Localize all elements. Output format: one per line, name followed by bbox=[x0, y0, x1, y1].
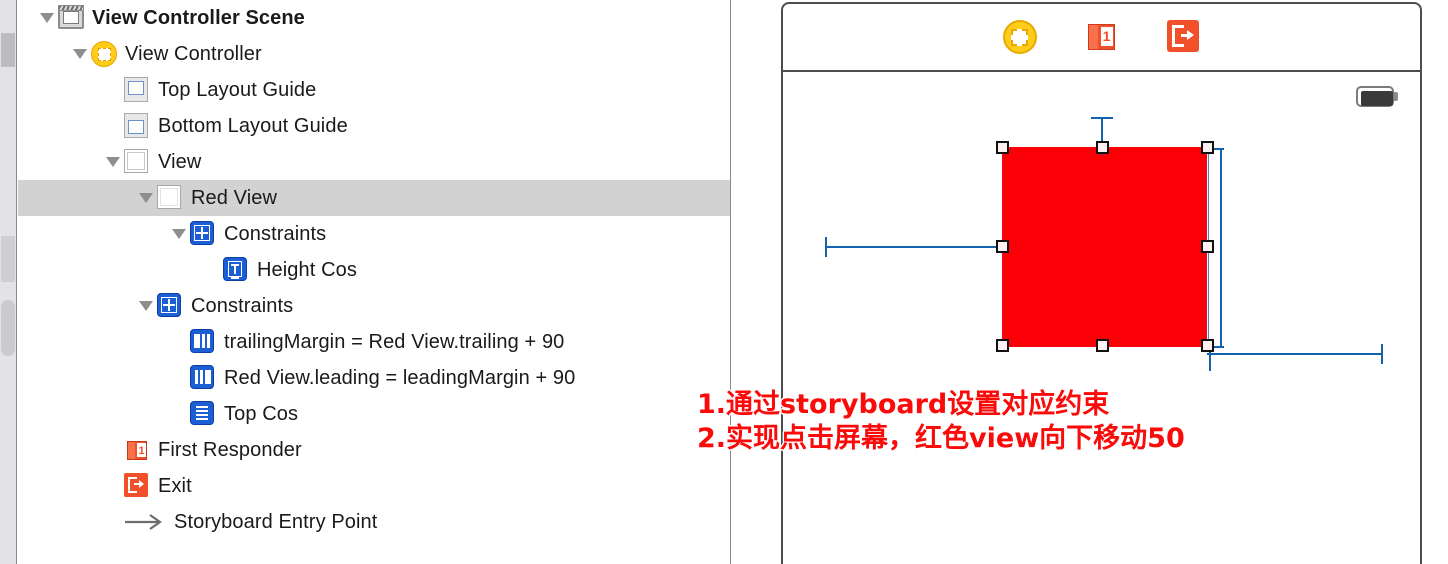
tree-row-label: View Controller bbox=[125, 42, 262, 65]
tree-row[interactable]: View Controller bbox=[18, 36, 730, 72]
chevron-down-icon[interactable] bbox=[36, 11, 58, 25]
annotation-line-1: 1.通过storyboard设置对应约束 bbox=[697, 389, 1110, 420]
tree-row[interactable]: View bbox=[18, 144, 730, 180]
tree-row-label: View Controller Scene bbox=[92, 6, 305, 29]
trailing-constraint-icon bbox=[190, 329, 216, 355]
tree-row[interactable]: Top Cos bbox=[18, 396, 730, 432]
chevron-down-icon[interactable] bbox=[135, 299, 157, 313]
chevron-down-icon[interactable] bbox=[135, 191, 157, 205]
tree-row-label: View bbox=[158, 150, 202, 173]
tree-row-label: Red View.leading = leadingMargin + 90 bbox=[224, 366, 576, 389]
leading-constraint-icon bbox=[190, 365, 216, 391]
exit-icon[interactable] bbox=[1166, 20, 1201, 54]
handle-bottom-center[interactable] bbox=[1096, 339, 1109, 352]
red-view-rect[interactable] bbox=[1002, 147, 1207, 347]
top-layout-guide-icon bbox=[124, 77, 150, 103]
handle-middle-right[interactable] bbox=[1201, 240, 1214, 253]
view-controller-icon[interactable] bbox=[1002, 20, 1037, 54]
tree-row-label: Top Layout Guide bbox=[158, 78, 317, 101]
trailing-constraint-end-tick bbox=[1381, 344, 1383, 364]
view-controller-icon bbox=[91, 41, 117, 67]
height-constraint-line[interactable] bbox=[1220, 148, 1222, 348]
tree-row-label: Bottom Layout Guide bbox=[158, 114, 348, 137]
first-responder-icon[interactable] bbox=[1085, 20, 1119, 54]
xcode-interface-builder: View Controller Scene View Controller Top … bbox=[0, 0, 1448, 564]
tree-row[interactable]: Bottom Layout Guide bbox=[18, 108, 730, 144]
tree-row[interactable]: Height Cos bbox=[18, 252, 730, 288]
handle-top-right[interactable] bbox=[1201, 141, 1214, 154]
battery-icon bbox=[1356, 86, 1398, 107]
annotation-line-2: 2.实现点击屏幕，红色view向下移动50 bbox=[697, 423, 1185, 454]
tree-row[interactable]: Exit bbox=[18, 468, 730, 504]
chevron-down-icon[interactable] bbox=[102, 155, 124, 169]
trailing-constraint-line[interactable] bbox=[1207, 353, 1383, 355]
handle-top-left[interactable] bbox=[996, 141, 1009, 154]
left-gutter-scrollbar[interactable] bbox=[0, 0, 17, 564]
scrollbar-thumb-lower[interactable] bbox=[1, 300, 15, 356]
tree-row[interactable]: First Responder bbox=[18, 432, 730, 468]
tree-row[interactable]: Constraints bbox=[18, 288, 730, 324]
tree-row-label: Red View bbox=[191, 186, 278, 209]
tree-row[interactable]: trailingMargin = Red View.trailing + 90 bbox=[18, 324, 730, 360]
tree-row-label: Height Cos bbox=[257, 258, 357, 281]
handle-bottom-left[interactable] bbox=[996, 339, 1009, 352]
tree-row[interactable]: Storyboard Entry Point bbox=[18, 504, 730, 540]
red-view-icon bbox=[157, 185, 183, 211]
tree-row-label: trailingMargin = Red View.trailing + 90 bbox=[224, 330, 565, 353]
constraints-icon bbox=[190, 221, 216, 247]
scene-icon bbox=[58, 5, 84, 31]
constraints-icon bbox=[157, 293, 183, 319]
document-outline-panel: View Controller Scene View Controller Top … bbox=[18, 0, 731, 564]
view-icon bbox=[124, 149, 150, 175]
first-responder-icon bbox=[124, 437, 150, 463]
annotation-overlay: 1.通过storyboard设置对应约束 2.实现点击屏幕，红色view向下移动… bbox=[697, 388, 1185, 456]
tree-row-label: Exit bbox=[158, 474, 192, 497]
top-constraint-icon bbox=[190, 401, 216, 427]
tree-row-label: Constraints bbox=[224, 222, 327, 245]
tree-row-label: Constraints bbox=[191, 294, 294, 317]
height-constraint-icon bbox=[223, 257, 249, 283]
leading-constraint-end-tick bbox=[825, 237, 827, 257]
tree-row-label: First Responder bbox=[158, 438, 302, 461]
tree-row[interactable]: View Controller Scene bbox=[18, 0, 730, 36]
chevron-down-icon[interactable] bbox=[168, 227, 190, 241]
scene-dock-toolbar bbox=[783, 4, 1420, 72]
top-constraint-end-tick bbox=[1091, 117, 1113, 119]
leading-constraint-line[interactable] bbox=[825, 246, 1005, 248]
scrollbar-thumb-top[interactable] bbox=[1, 33, 15, 67]
tree-row[interactable]: Constraints bbox=[18, 216, 730, 252]
handle-bottom-right[interactable] bbox=[1201, 339, 1214, 352]
handle-middle-left[interactable] bbox=[996, 240, 1009, 253]
exit-icon bbox=[124, 473, 150, 499]
scrollbar-thumb-middle[interactable] bbox=[1, 236, 15, 282]
entry-point-arrow-icon bbox=[124, 512, 166, 532]
chevron-down-icon[interactable] bbox=[69, 47, 91, 61]
tree-row[interactable]: Red View bbox=[18, 180, 730, 216]
bottom-layout-guide-icon bbox=[124, 113, 150, 139]
tree-row[interactable]: Top Layout Guide bbox=[18, 72, 730, 108]
storyboard-canvas-panel bbox=[781, 2, 1422, 564]
tree-row-label: Storyboard Entry Point bbox=[174, 510, 378, 533]
tree-row-label: Top Cos bbox=[224, 402, 299, 425]
device-canvas[interactable] bbox=[783, 72, 1420, 564]
tree-row[interactable]: Red View.leading = leadingMargin + 90 bbox=[18, 360, 730, 396]
handle-top-center[interactable] bbox=[1096, 141, 1109, 154]
